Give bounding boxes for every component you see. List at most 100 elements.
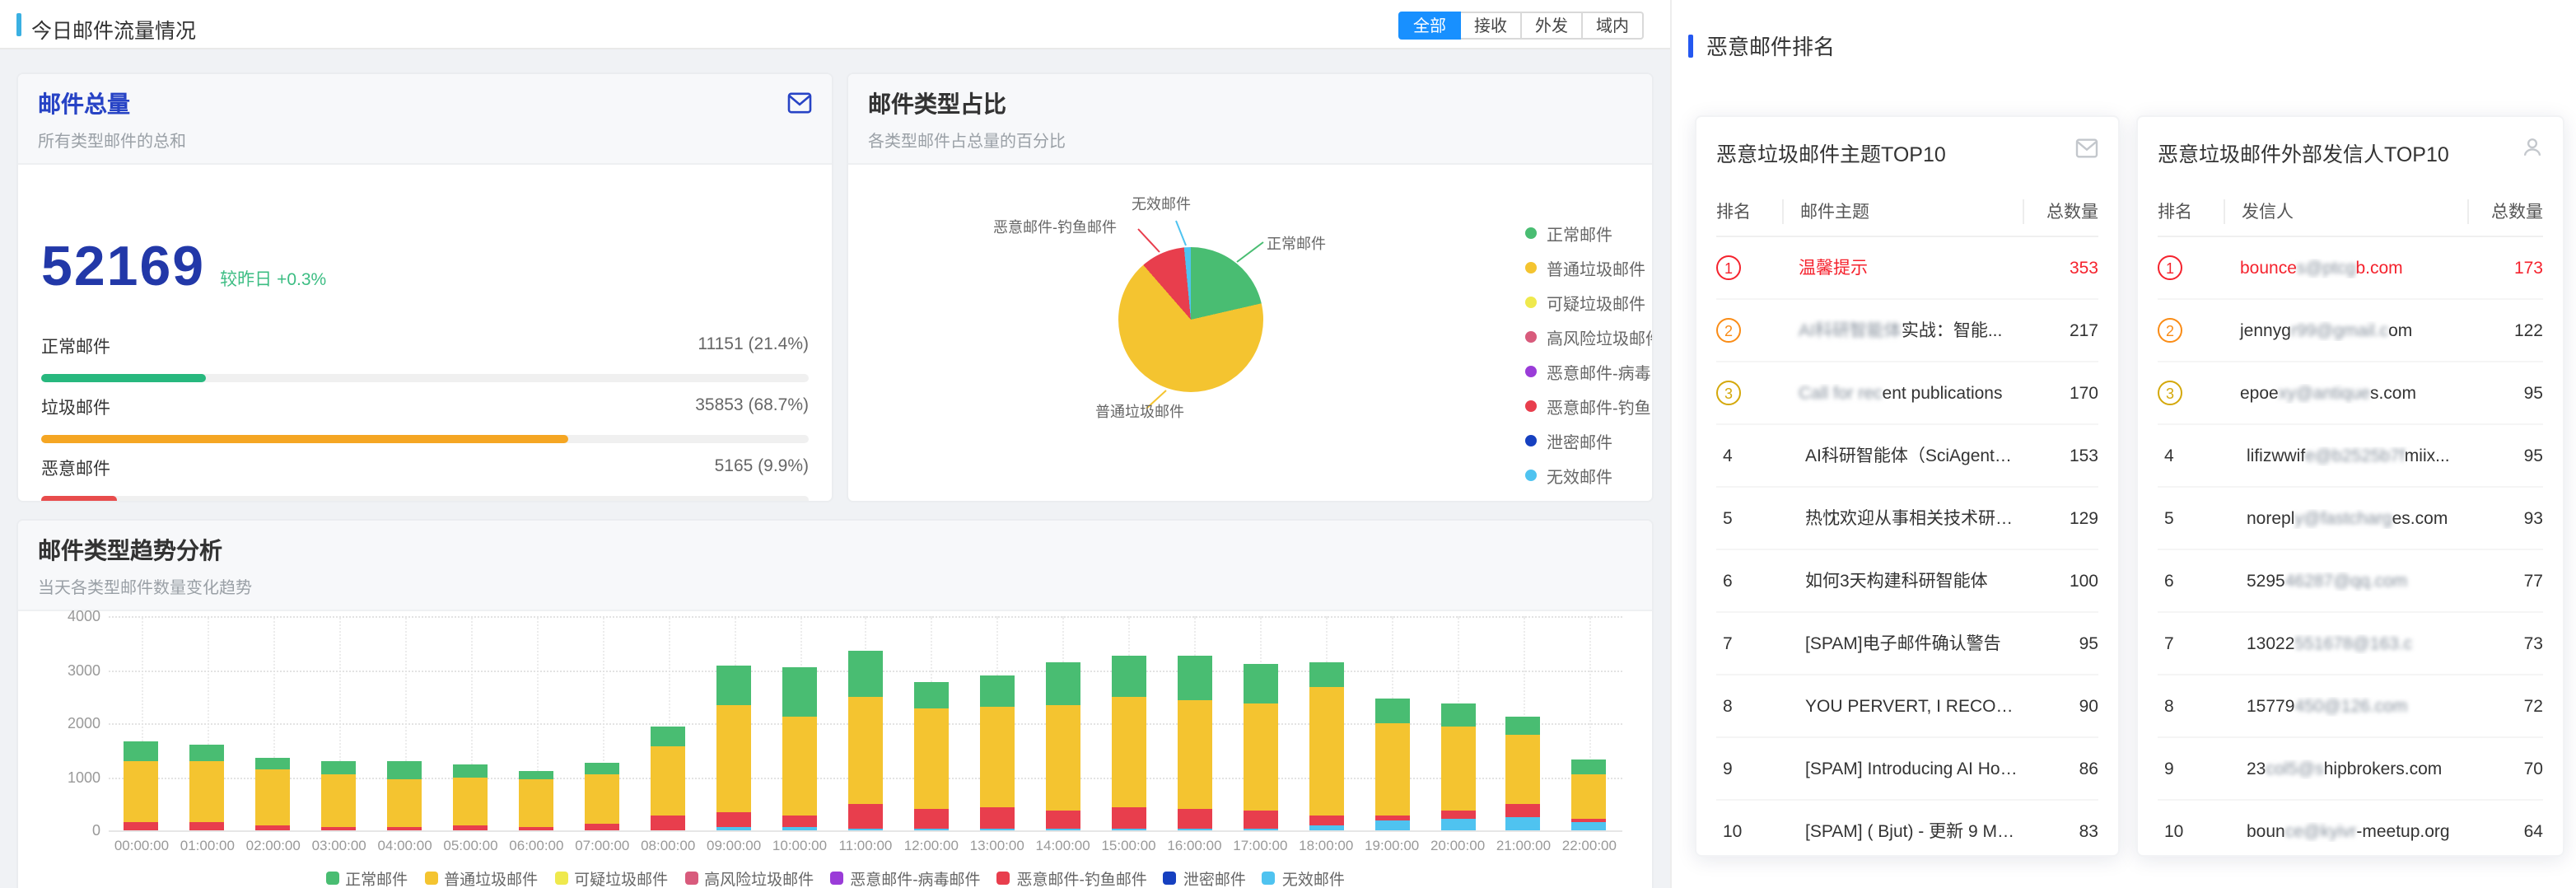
bar-segment xyxy=(1440,818,1475,830)
legend-item[interactable]: 普通垃圾邮件 xyxy=(424,867,538,888)
table-row[interactable]: 6如何3天构建科研智能体100 xyxy=(1716,550,2098,613)
redacted-text: r99@gmail.c xyxy=(2291,320,2388,340)
legend-item[interactable]: 恶意邮件-病毒邮件 xyxy=(1525,354,1654,389)
table-row[interactable]: 815779450@126.com72 xyxy=(2158,675,2543,738)
column-header-count: 总数量 xyxy=(2023,199,2098,223)
legend-item[interactable]: 无效邮件 xyxy=(1525,458,1654,493)
filter-button-2[interactable]: 接收 xyxy=(1461,12,1522,40)
bar-segment xyxy=(1572,759,1607,774)
table-row[interactable]: 9[SPAM] Introducing AI Horizons86 xyxy=(1716,738,2098,801)
legend-item[interactable]: 无效邮件 xyxy=(1262,867,1345,888)
legend-label: 泄密邮件 xyxy=(1183,867,1246,888)
count-cell: 83 xyxy=(2023,821,2098,841)
stacked-bar xyxy=(1572,759,1607,830)
stacked-bar xyxy=(453,764,488,830)
legend-item[interactable]: 正常邮件 xyxy=(325,867,408,888)
table-row[interactable]: 713022551678@163.c73 xyxy=(2158,613,2543,675)
table-row[interactable]: 1温馨提示353 xyxy=(1716,237,2098,300)
bar-segment xyxy=(1440,727,1475,811)
filter-button-1[interactable]: 全部 xyxy=(1398,12,1461,40)
table-row[interactable]: 10bounce@kyivr-meetup.org64 xyxy=(2158,801,2543,863)
redacted-text: s@ptcg xyxy=(2297,258,2356,278)
count-cell: 95 xyxy=(2467,383,2543,403)
redacted-text: col5@s xyxy=(2266,759,2323,778)
legend-swatch xyxy=(997,872,1010,885)
table-row[interactable]: 1bounces@ptcgb.com173 xyxy=(2158,237,2543,300)
table-row[interactable]: 3Call for recent publications170 xyxy=(1716,362,2098,425)
sender-cell: noreply@fastcharges.com xyxy=(2230,508,2467,528)
pie-label-normal: 正常邮件 xyxy=(1267,232,1326,254)
legend-item[interactable]: 恶意邮件-钓鱼邮件 xyxy=(997,867,1147,888)
table-row[interactable]: 2AI科研智能体实战：智能...217 xyxy=(1716,300,2098,362)
bar-segment xyxy=(124,742,159,761)
bar-segment xyxy=(256,769,291,826)
legend-label: 无效邮件 xyxy=(1282,867,1345,888)
visible-text: jennyg xyxy=(2240,320,2291,340)
mail-total-card-header: 邮件总量 所有类型邮件的总和 xyxy=(18,74,832,165)
redacted-text: ce@kyivr xyxy=(2285,821,2357,841)
table-row[interactable]: 8YOU PERVERT, I RECORDED YOU!90 xyxy=(1716,675,2098,738)
stacked-bar xyxy=(980,675,1015,830)
rank-cell: 7 xyxy=(2158,633,2230,653)
legend-item[interactable]: 泄密邮件 xyxy=(1164,867,1246,888)
visible-text: 温馨提示 xyxy=(1799,259,1868,278)
stacked-bar xyxy=(256,757,291,830)
table-row[interactable]: 5noreply@fastcharges.com93 xyxy=(2158,488,2543,550)
rank-cell: 8 xyxy=(1716,696,1789,716)
table-row[interactable]: 4AI科研智能体（SciAgent）实战：如何构建...153 xyxy=(1716,425,2098,488)
table-row[interactable]: 2jennygr99@gmail.com122 xyxy=(2158,300,2543,362)
count-cell: 73 xyxy=(2467,633,2543,653)
bar-segment xyxy=(1112,656,1146,698)
table-row[interactable]: 6529546287@qq.com77 xyxy=(2158,550,2543,613)
bar-segment xyxy=(1112,829,1146,830)
progress-fill xyxy=(41,374,205,382)
legend-swatch xyxy=(684,872,698,885)
table-row[interactable]: 10[SPAM] ( Bjut) - 更新 9 Mar 2026.83 xyxy=(1716,801,2098,863)
filter-button-3[interactable]: 外发 xyxy=(1522,12,1583,40)
bar-segment xyxy=(1506,817,1541,830)
filter-button-4[interactable]: 域内 xyxy=(1583,12,1644,40)
legend-item[interactable]: 正常邮件 xyxy=(1525,216,1654,250)
bar-segment xyxy=(1309,661,1343,687)
legend-item[interactable]: 泄密邮件 xyxy=(1525,423,1654,458)
table-row[interactable]: 3epoexy@antiques.com95 xyxy=(2158,362,2543,425)
table-row[interactable]: 5热忱欢迎从事相关技术研究的各专业技术人...129 xyxy=(1716,488,2098,550)
legend-item[interactable]: 恶意邮件-病毒邮件 xyxy=(830,867,980,888)
x-axis-tick: 03:00:00 xyxy=(312,837,366,853)
legend-item[interactable]: 高风险垃圾邮件 xyxy=(1525,320,1654,354)
progress-track xyxy=(41,374,809,382)
bar-segment xyxy=(782,667,817,717)
table-row[interactable]: 4lifizwwife@b2525b7fmiix...95 xyxy=(2158,425,2543,488)
bar-segment xyxy=(1440,703,1475,727)
legend-item[interactable]: 高风险垃圾邮件 xyxy=(684,867,814,888)
count-cell: 64 xyxy=(2467,821,2543,841)
legend-item[interactable]: 可疑垃圾邮件 xyxy=(554,867,668,888)
count-cell: 122 xyxy=(2467,320,2543,340)
stacked-bar xyxy=(585,764,619,830)
rank-badge: 2 xyxy=(1716,318,1741,343)
bar-segment xyxy=(651,726,685,746)
bar-segment xyxy=(1046,706,1080,811)
bar-segment xyxy=(848,651,883,696)
stacked-bar xyxy=(716,666,751,830)
table-row[interactable]: 923col5@shipbrokers.com70 xyxy=(2158,738,2543,801)
bar-segment xyxy=(1243,829,1277,830)
legend-label: 普通垃圾邮件 xyxy=(1547,255,1645,280)
sender-cell: lifizwwife@b2525b7fmiix... xyxy=(2230,446,2467,465)
legend-item[interactable]: 可疑垃圾邮件 xyxy=(1525,285,1654,320)
envelope-icon xyxy=(2075,137,2098,166)
visible-text: s.com xyxy=(2370,383,2416,403)
bar-segment xyxy=(322,826,357,830)
mail-total-title: 邮件总量 xyxy=(38,87,812,120)
sender-cell: 529546287@qq.com xyxy=(2230,571,2467,591)
stacked-bar-chart: 00:00:0001:00:0002:00:0003:00:0004:00:00… xyxy=(18,596,1652,860)
legend-label: 恶意邮件-钓鱼邮件 xyxy=(1547,394,1654,418)
mail-type-progress-list: 正常邮件11151 (21.4%)垃圾邮件35853 (68.7%)恶意邮件51… xyxy=(41,334,809,502)
visible-text: norepl xyxy=(2247,508,2294,528)
legend-item[interactable]: 普通垃圾邮件 xyxy=(1525,250,1654,285)
visible-text: lifizwwif xyxy=(2247,446,2305,465)
envelope-icon xyxy=(787,92,812,122)
count-cell: 72 xyxy=(2467,696,2543,716)
table-row[interactable]: 7[SPAM]电子邮件确认警告95 xyxy=(1716,613,2098,675)
legend-item[interactable]: 恶意邮件-钓鱼邮件 xyxy=(1525,389,1654,423)
